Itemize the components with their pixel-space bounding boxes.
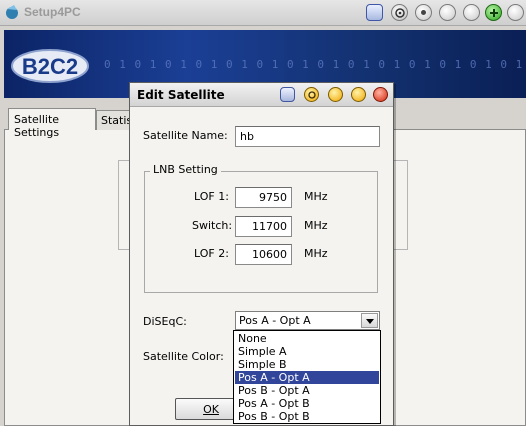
window-title: Setup4PC — [24, 5, 81, 19]
effects-icon — [395, 8, 405, 18]
switch-label: Switch: — [192, 219, 233, 232]
satellite-name-label: Satellite Name: — [143, 129, 228, 142]
ok-label: OK — [203, 403, 219, 416]
effects-icon — [308, 91, 316, 99]
svg-text:B2C2: B2C2 — [22, 54, 78, 79]
minimize-button[interactable] — [439, 4, 456, 21]
lof2-label: LOF 2: — [194, 247, 229, 260]
dialog-shade-button[interactable] — [328, 87, 343, 102]
lof1-input[interactable]: 9750 — [235, 187, 292, 208]
tab-label: Satellite Settings — [14, 113, 60, 139]
list-item[interactable]: Pos B - Opt A — [235, 384, 379, 397]
shade-button[interactable] — [415, 4, 432, 21]
lnb-legend: LNB Setting — [150, 163, 221, 176]
lof2-unit: MHz — [304, 247, 328, 260]
list-item[interactable]: None — [235, 332, 379, 345]
diseqc-label: DiSEqC: — [143, 315, 187, 328]
restore-button[interactable] — [485, 4, 502, 21]
list-item[interactable]: Pos A - Opt B — [235, 397, 379, 410]
list-item[interactable]: Pos B - Opt B — [235, 410, 379, 423]
diseqc-dropdown-list: None Simple A Simple B Pos A - Opt A Pos… — [233, 330, 381, 424]
dialog-title: Edit Satellite — [137, 88, 225, 102]
lof1-label: LOF 1: — [194, 190, 229, 203]
switch-input[interactable]: 11700 — [235, 216, 292, 237]
list-item-selected[interactable]: Pos A - Opt A — [235, 371, 379, 384]
window-menu-button[interactable] — [366, 4, 383, 21]
diseqc-select[interactable]: Pos A - Opt A — [235, 311, 380, 330]
dialog-minimize-button[interactable] — [351, 87, 366, 102]
dialog-menu-button[interactable] — [280, 87, 295, 102]
satellite-color-label: Satellite Color: — [143, 350, 224, 363]
tab-satellite-settings[interactable]: Satellite Settings — [8, 108, 96, 139]
lof1-unit: MHz — [304, 190, 328, 203]
main-titlebar: Setup4PC — [0, 0, 526, 26]
list-item[interactable]: Simple A — [235, 345, 379, 358]
chevron-down-icon[interactable] — [361, 313, 378, 328]
diseqc-selected-value: Pos A - Opt A — [239, 314, 311, 327]
dialog-titlebar[interactable]: Edit Satellite — [130, 83, 393, 107]
dialog-close-button[interactable] — [373, 87, 388, 102]
list-item[interactable]: Simple B — [235, 358, 379, 371]
switch-unit: MHz — [304, 219, 328, 232]
b2c2-logo: B2C2 — [11, 49, 89, 83]
maximize-button[interactable] — [463, 4, 480, 21]
dialog-effects-button[interactable] — [304, 87, 319, 102]
plus-icon — [490, 9, 498, 17]
effects-button[interactable] — [391, 4, 408, 21]
lof2-input[interactable]: 10600 — [235, 244, 292, 265]
close-button[interactable] — [507, 4, 524, 21]
satellite-name-input[interactable]: hb — [235, 126, 380, 147]
app-icon — [6, 5, 18, 19]
